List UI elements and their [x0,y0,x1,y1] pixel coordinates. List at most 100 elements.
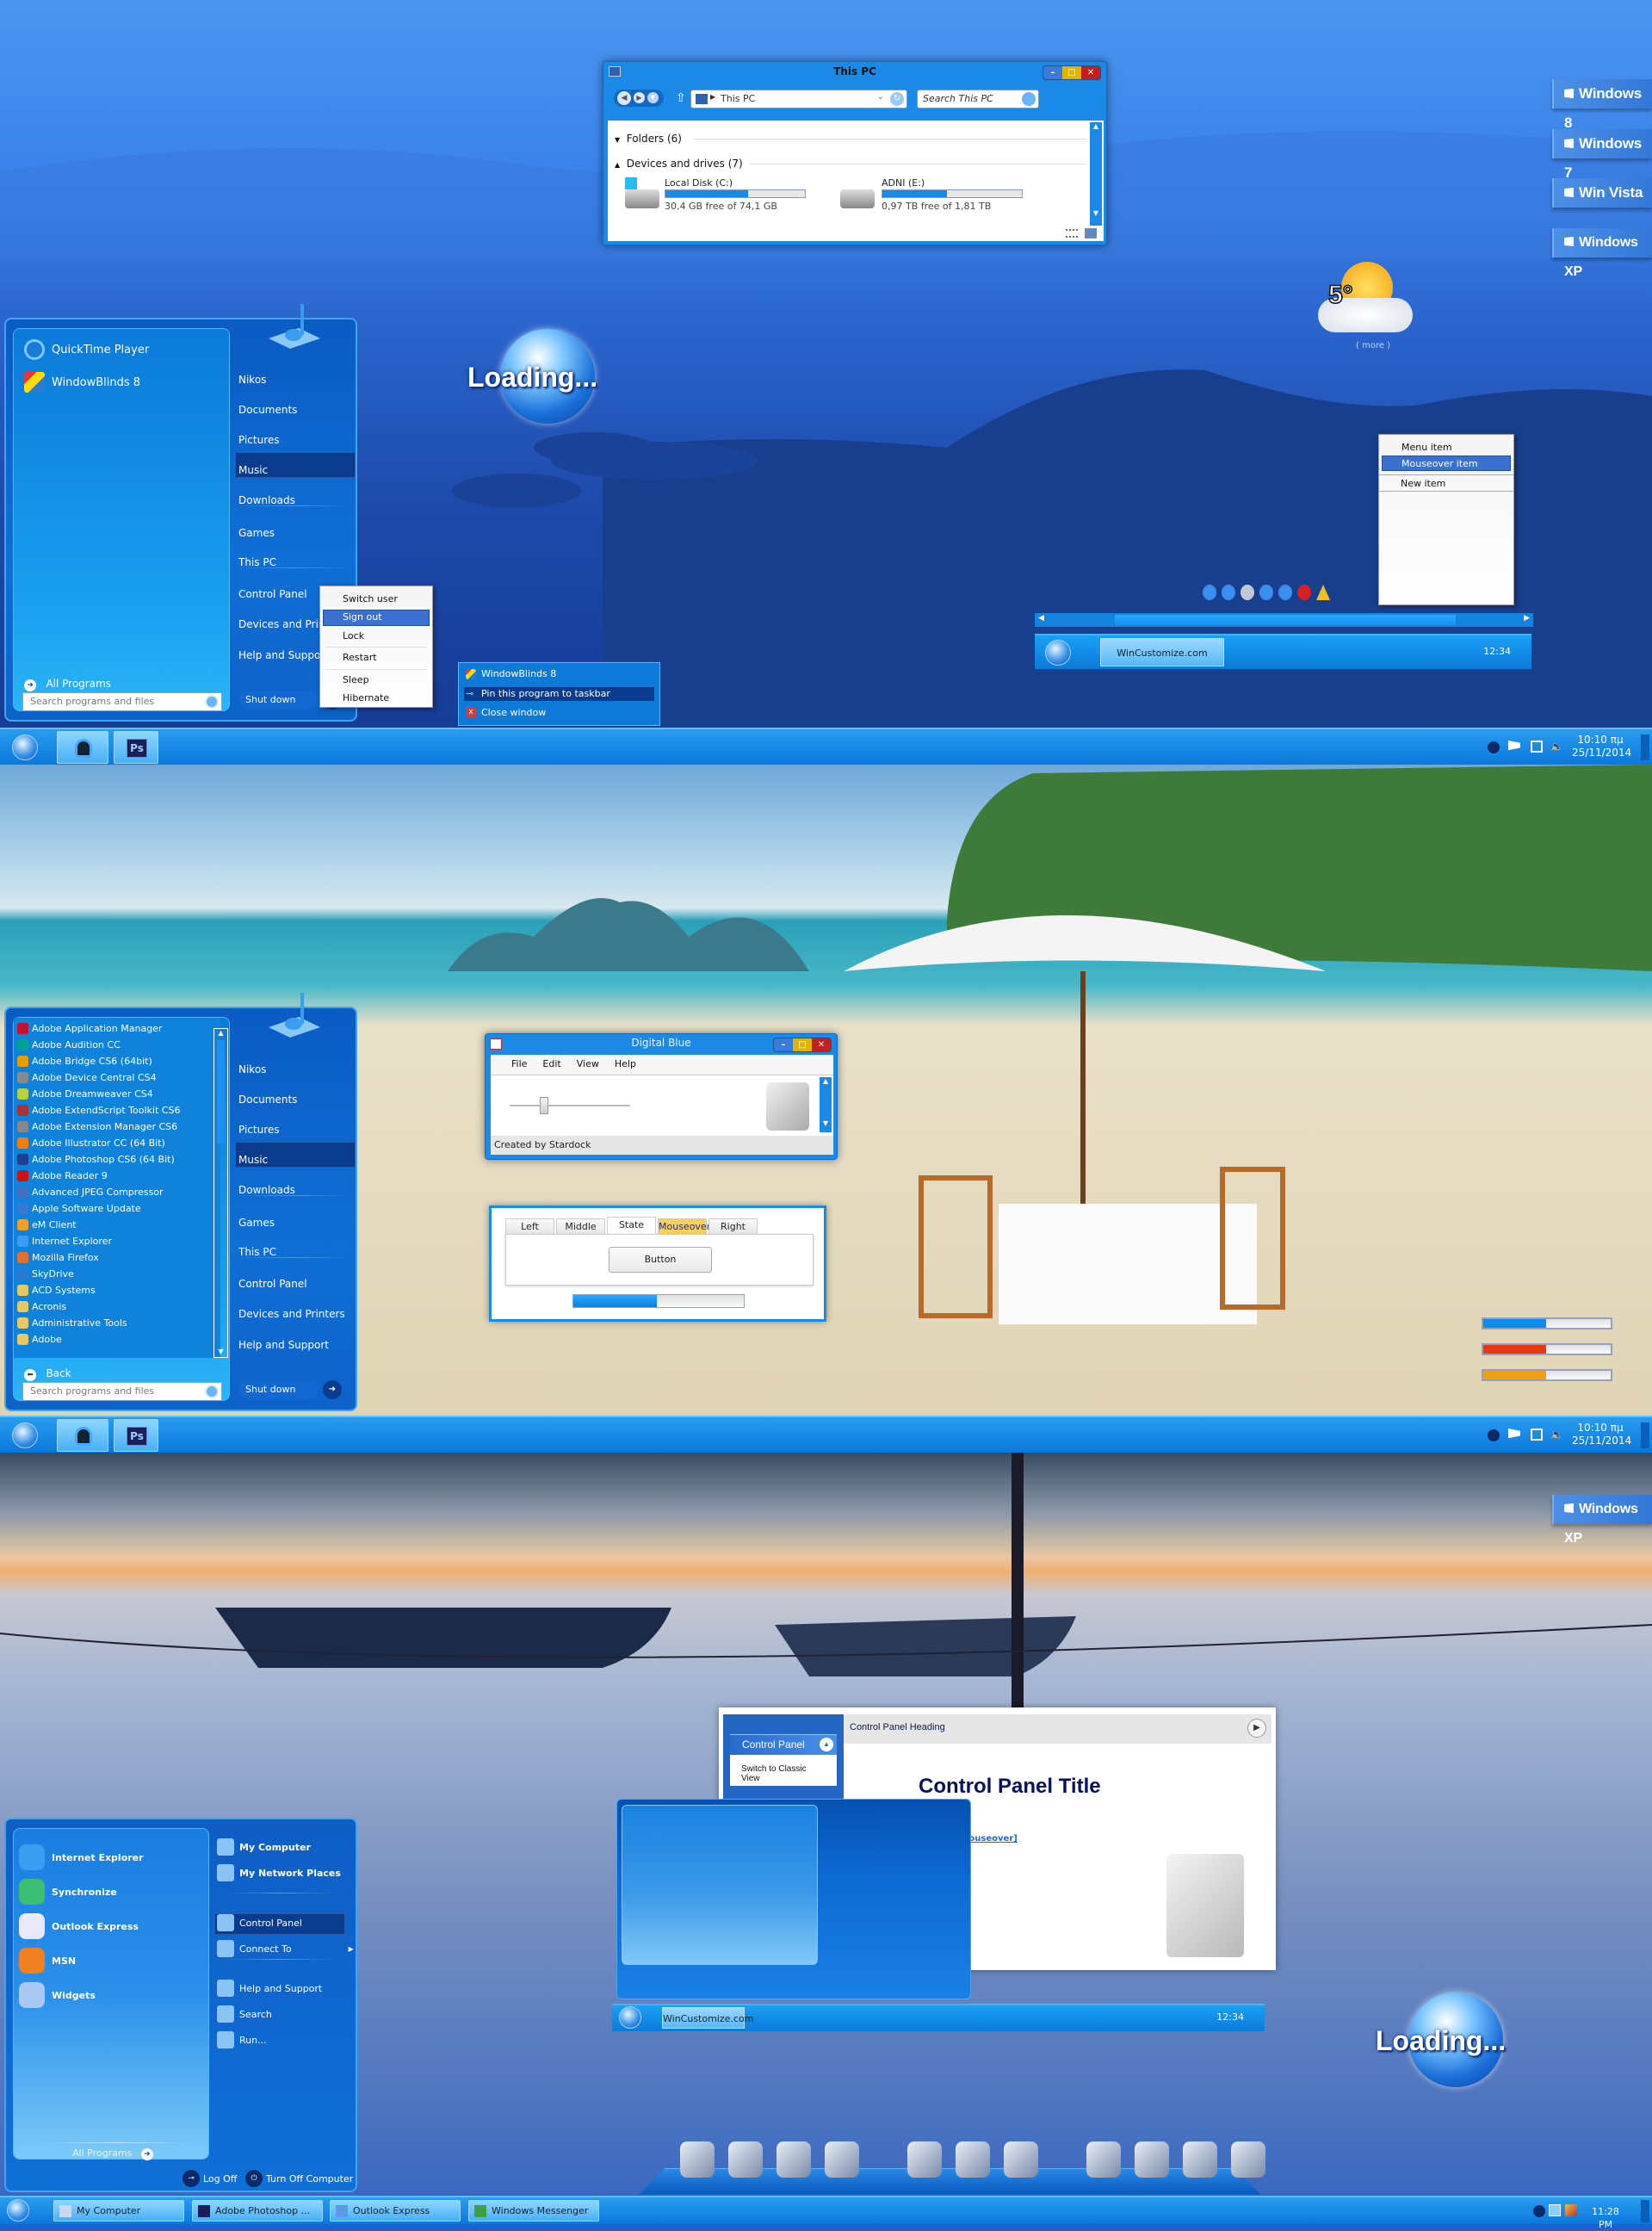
new-folder-icon[interactable] [1241,585,1254,600]
taskbar-button[interactable]: WinCustomize.com [662,2007,753,2029]
program-item[interactable]: ACD Systems [17,1285,96,1296]
start-right-item[interactable]: Music [238,1154,268,1166]
start-right-item[interactable]: Control Panel [217,1914,302,1931]
start-right-item[interactable]: Games [238,1217,275,1229]
group-folders[interactable]: ▼ Folders (6) [615,133,682,145]
program-item[interactable]: Adobe Photoshop CS6 (64 Bit) [17,1154,175,1165]
weather-widget[interactable]: 5° ( more ) [1311,255,1423,356]
paint-icon[interactable] [956,2141,990,2178]
speaker-icon[interactable] [728,2141,763,2178]
scroll-right-icon[interactable]: ▶ [1524,614,1530,623]
slider-thumb[interactable] [540,1097,548,1114]
start-right-item[interactable]: Run... [217,2031,267,2048]
start-right-item[interactable]: This PC [238,1246,276,1258]
taskbar-pinned-user[interactable] [57,731,108,764]
windowsxp-button[interactable]: Windows XP [1552,1495,1652,1546]
winvista-button[interactable]: Win Vista [1552,178,1652,208]
program-item[interactable]: Adobe Reader 9 [17,1170,108,1181]
add-icon[interactable] [1203,585,1216,600]
shutdown-option[interactable]: Restart [343,652,377,663]
menu-item-hover[interactable]: Mouseover item [1401,458,1478,469]
pinned-quicktime[interactable]: QuickTime Player [24,339,149,360]
shutdown-option[interactable]: Lock [343,630,364,641]
program-item[interactable]: eM Client [17,1219,77,1230]
network-icon[interactable] [1531,1428,1543,1441]
tab-left[interactable]: Left [505,1218,554,1234]
start-right-item[interactable]: Control Panel [238,1278,307,1290]
minimize-button[interactable]: – [774,1038,793,1051]
close-button[interactable]: ✕ [1081,66,1100,79]
pinned-widgets[interactable]: Widgets [19,1982,96,2008]
start-right-item[interactable]: Connect To ▶ [217,1940,354,1957]
start-right-item[interactable]: My Network Places [217,1864,341,1881]
menu-edit[interactable]: Edit [542,1058,560,1071]
search-input[interactable]: Search This PC [917,90,1039,108]
calculator-icon[interactable] [1183,2141,1217,2178]
program-item[interactable]: Adobe Audition CC [17,1039,121,1050]
back-button[interactable]: ◀ [617,91,631,105]
scrollbar[interactable]: ▲ ▼ [1090,122,1102,226]
tab-middle[interactable]: Middle [556,1218,605,1234]
drive-item-e[interactable]: ADNI (E:) 0,97 TB free of 1,81 TB [840,177,1055,220]
menu-item[interactable]: Menu item [1401,442,1452,453]
history-dropdown[interactable]: ▼ [647,92,659,103]
shutdown-button[interactable]: Shut down➜ [238,691,342,710]
start-right-item[interactable]: This PC [238,556,276,568]
start-right-item[interactable]: Pictures [238,434,280,446]
start-right-item[interactable]: Downloads [238,1184,295,1196]
start-orb[interactable] [12,734,38,760]
pinned-synchronize[interactable]: Synchronize [19,1879,117,1905]
recycle-bin-icon[interactable] [1231,2141,1265,2178]
show-hidden-icon[interactable] [1533,2205,1545,2217]
up-button[interactable]: ⇧ [676,91,686,105]
all-programs-button[interactable]: All Programs ➜ [72,2147,153,2160]
start-right-item[interactable]: Games [238,527,275,539]
start-orb[interactable] [619,2006,641,2029]
jump-list-title[interactable]: WindowBlinds 8 [466,668,556,679]
volume-icon[interactable]: 🔈 [1550,741,1563,753]
program-item[interactable]: Adobe [17,1334,62,1345]
program-item[interactable]: Adobe ExtendScript Toolkit CS6 [17,1105,180,1116]
taskbar-button[interactable]: Outlook Express [330,2200,461,2222]
search-input[interactable]: Search programs and files [22,1382,222,1401]
film-reel-icon[interactable] [777,2141,811,2178]
program-item[interactable]: Adobe Bridge CS6 (64bit) [17,1056,152,1067]
remove-icon[interactable] [1297,585,1311,600]
details-view-icon[interactable] [1066,229,1078,238]
start-right-item[interactable]: Help and Support [217,1980,322,1997]
program-item[interactable]: Adobe Application Manager [17,1023,162,1034]
pinned-outlook-express[interactable]: Outlook Express [19,1913,139,1939]
show-desktop-button[interactable] [1641,1422,1649,1448]
address-bar[interactable]: ▶ This PC ⌄ ↻ [690,90,907,108]
network-icon[interactable] [1531,741,1543,753]
more-link[interactable]: ( more ) [1356,341,1390,350]
slider-track[interactable] [510,1105,630,1106]
horizontal-scrollbar[interactable]: ◀ ▶ [1035,613,1533,627]
forward-icon[interactable]: ▶ [1247,1719,1266,1738]
close-button[interactable]: ✕ [812,1038,831,1051]
program-item[interactable]: Administrative Tools [17,1317,127,1329]
program-item[interactable]: Adobe Extension Manager CS6 [17,1121,177,1132]
start-right-item[interactable]: Nikos [238,374,266,386]
shutdown-option[interactable]: Sleep [343,674,369,685]
pinned-msn[interactable]: MSN [19,1948,76,1974]
taskbar-button[interactable]: My Computer [53,2200,184,2222]
paint-icon[interactable] [1565,2204,1577,2216]
start-right-item[interactable]: Nikos [238,1063,266,1075]
taskbar-button[interactable]: Windows Messenger [468,2200,599,2222]
all-programs-button[interactable]: ➜ All Programs [24,678,111,691]
scrollbar-thumb[interactable] [217,1040,225,1143]
shutdown-option[interactable]: Switch user [343,593,398,604]
start-right-item[interactable]: Pictures [238,1124,280,1136]
scrollbar[interactable]: ▲ ▼ [820,1077,832,1132]
scrollbar-thumb[interactable] [1115,615,1456,625]
collapse-icon[interactable]: ▲ [820,1738,833,1751]
windows8-button[interactable]: Windows 8 [1552,79,1652,131]
maximize-button[interactable]: □ [793,1038,812,1051]
windows7-button[interactable]: Windows 7 [1552,129,1652,181]
minimize-button[interactable]: – [1043,66,1062,79]
start-right-item[interactable]: Help and Support [238,649,329,661]
program-item[interactable]: SkyDrive [17,1268,74,1280]
start-right-item[interactable]: Downloads [238,494,295,506]
show-desktop-button[interactable] [1641,734,1649,760]
